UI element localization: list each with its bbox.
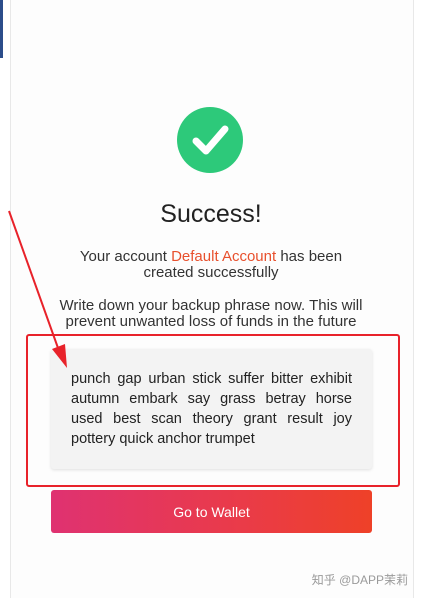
- account-created-message: Your account Default Account has been cr…: [60, 249, 362, 281]
- account-name: Default Account: [171, 248, 277, 265]
- backup-instruction: Write down your backup phrase now. This …: [59, 297, 363, 330]
- annotation-highlight-box: [26, 334, 400, 487]
- message-prefix: Your account: [79, 248, 167, 265]
- success-check-icon: [177, 107, 243, 173]
- success-title: Success!: [160, 200, 262, 228]
- window-edge-accent: [0, 0, 3, 58]
- go-to-wallet-button[interactable]: Go to Wallet: [51, 490, 372, 533]
- watermark: 知乎 @DAPP茉莉: [311, 573, 408, 587]
